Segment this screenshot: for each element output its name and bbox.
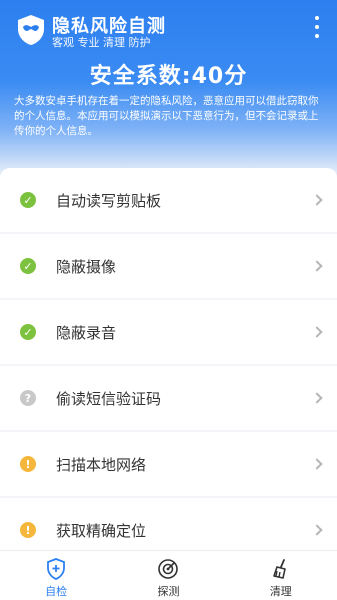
dot-icon [315,34,319,38]
chevron-right-icon [311,194,323,206]
tab-label: 清理 [269,585,292,598]
risk-description: 大多数安卓手机存在着一定的隐私风险，恶意应用可以借此窃取你的个人信息。本应用可以… [14,95,319,137]
shield-plus-icon [47,558,66,580]
tab-clean[interactable]: 清理 [225,551,337,600]
dot-icon [315,25,319,29]
check-item-recording[interactable]: ✓ 隐蔽录音 [0,300,337,364]
check-item-network-scan[interactable]: ! 扫描本地网络 [0,432,337,496]
question-icon: ? [20,390,36,406]
check-ok-icon: ✓ [20,324,36,340]
tab-label: 自检 [45,585,68,598]
item-label: 偷读短信验证码 [56,389,162,408]
chevron-right-icon [311,392,323,404]
header: 隐私风险自测 客观 专业 清理 防护 安全系数:40分 大多数安卓手机存在着一定… [0,0,337,180]
item-label: 隐蔽摄像 [56,257,117,276]
broom-icon [273,559,286,579]
check-item-sms-code[interactable]: ? 偷读短信验证码 [0,366,337,430]
item-label: 获取精确定位 [56,521,147,540]
check-ok-icon: ✓ [20,192,36,208]
check-ok-icon: ✓ [20,258,36,274]
check-list: ✓ 自动读写剪贴板 ✓ 隐蔽摄像 ✓ 隐蔽录音 ? 偷读短信验证码 ! 扫描本地… [0,168,337,564]
chevron-right-icon [311,326,323,338]
item-label: 隐蔽录音 [56,323,117,342]
chevron-right-icon [311,458,323,470]
item-label: 扫描本地网络 [56,455,147,474]
more-options-button[interactable] [313,16,321,38]
shield-logo-icon [18,15,44,45]
tab-label: 探测 [157,585,180,598]
chevron-right-icon [311,260,323,272]
check-item-camera[interactable]: ✓ 隐蔽摄像 [0,234,337,298]
app-slogan: 客观 专业 清理 防护 [52,36,151,49]
tab-self-check[interactable]: 自检 [0,551,112,600]
bottom-tab-bar: 自检 探测 清理 [0,550,337,600]
dot-icon [315,16,319,20]
tab-detect[interactable]: 探测 [112,551,224,600]
radar-icon [158,559,179,579]
safety-score: 安全系数:40分 [89,64,248,89]
check-item-clipboard[interactable]: ✓ 自动读写剪贴板 [0,168,337,232]
warning-icon: ! [20,522,36,538]
warning-icon: ! [20,456,36,472]
chevron-right-icon [311,524,323,536]
item-label: 自动读写剪贴板 [56,191,162,210]
